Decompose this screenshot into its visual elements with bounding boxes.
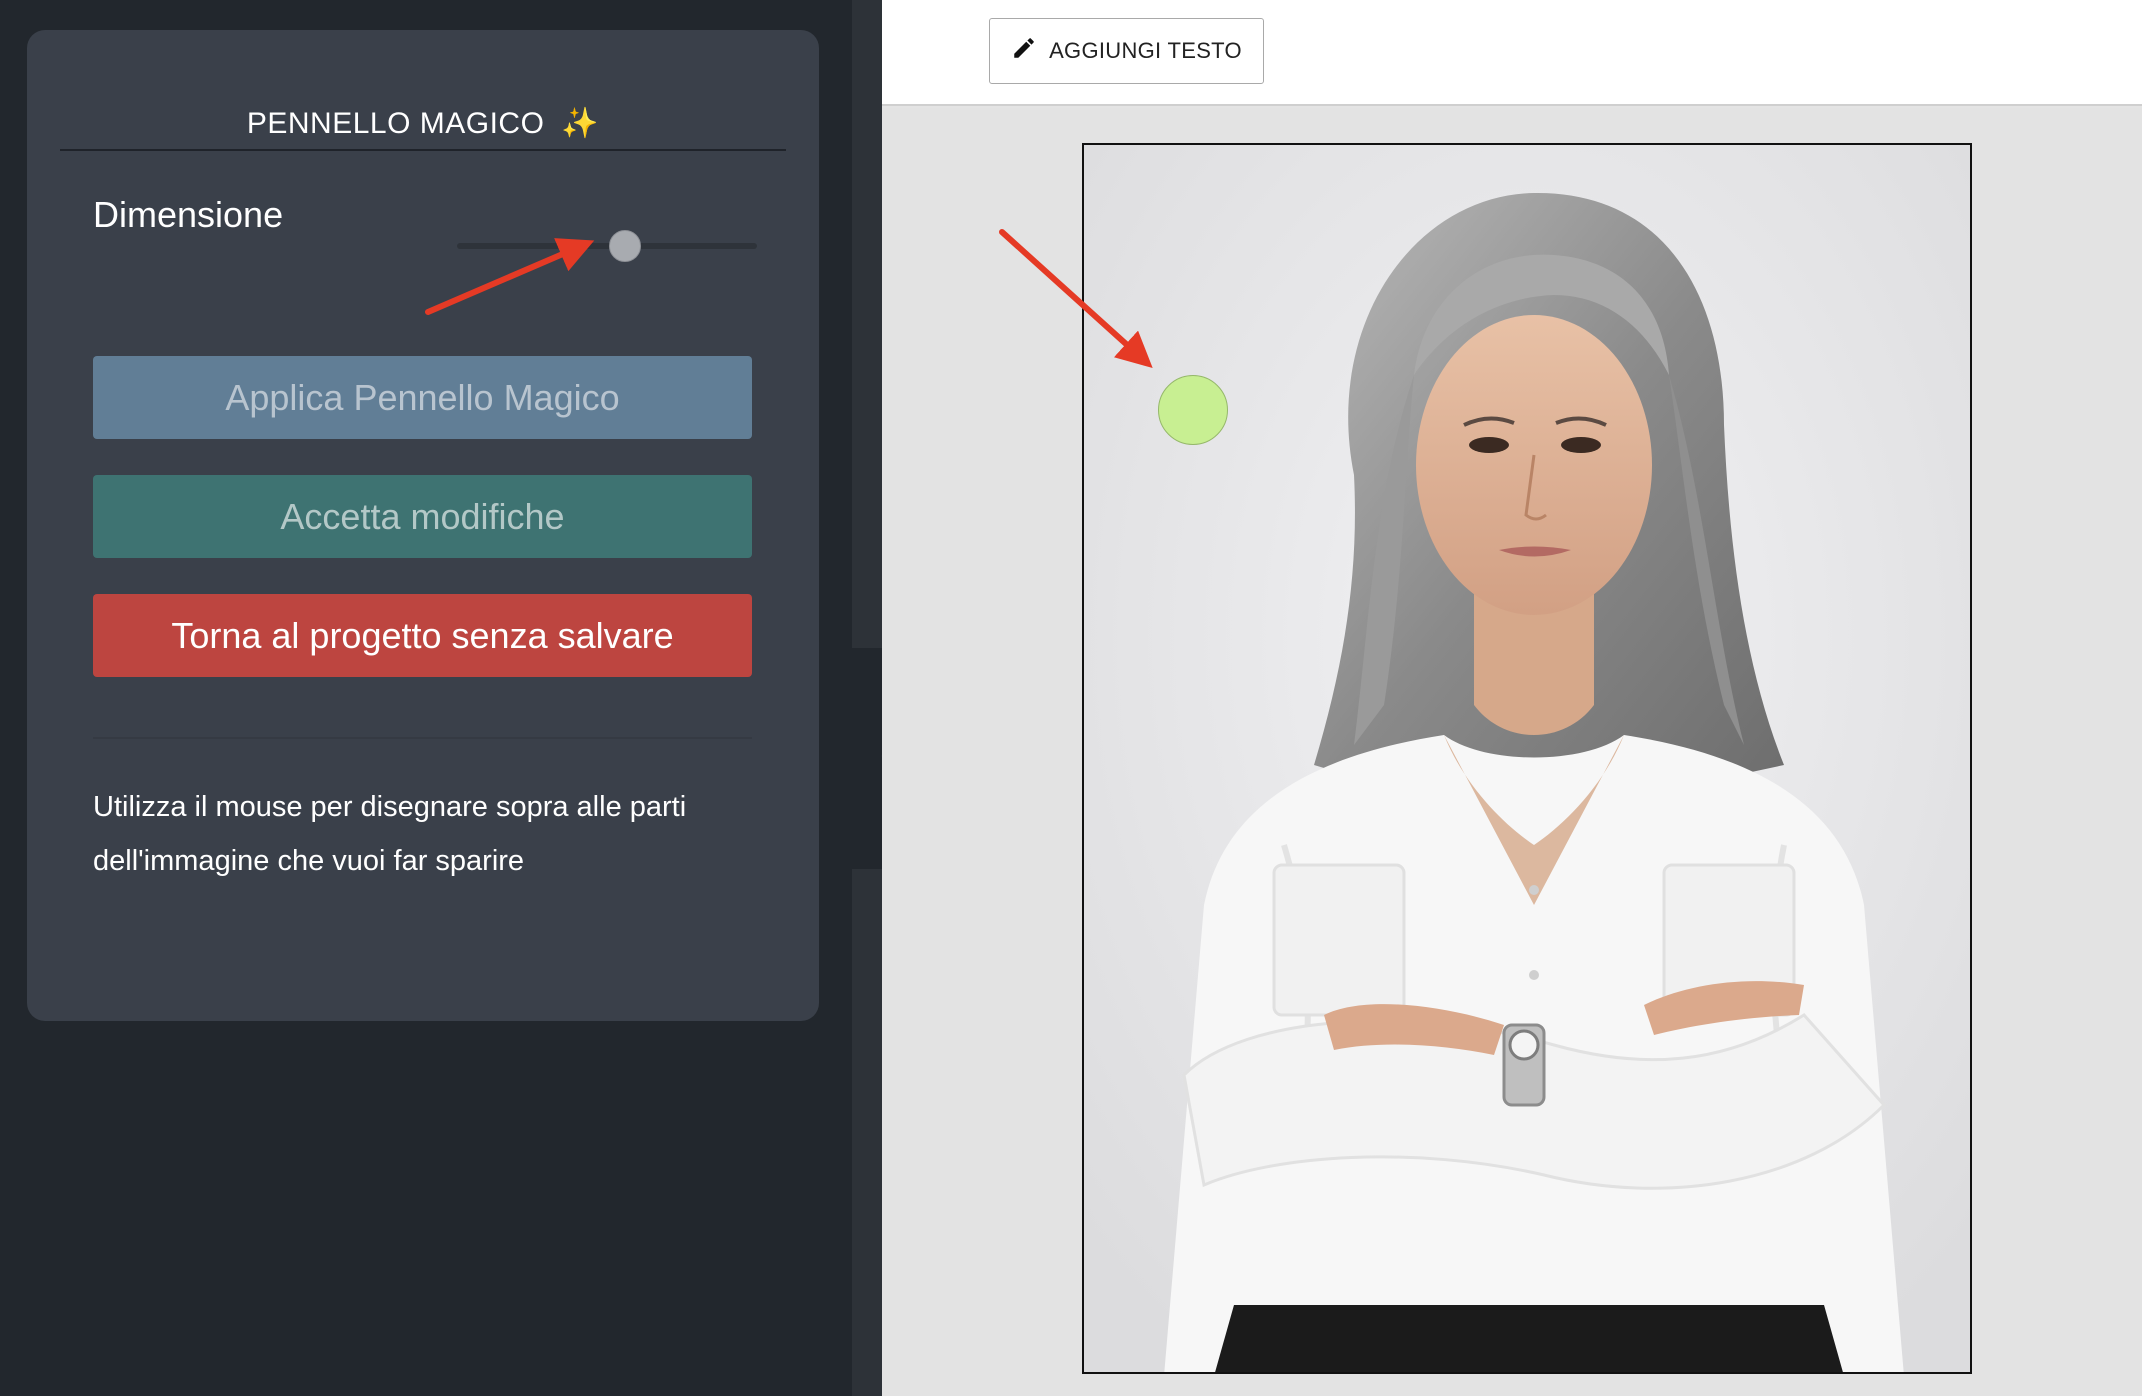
panel-divider-secondary	[93, 737, 752, 739]
apply-magic-brush-button[interactable]: Applica Pennello Magico	[93, 356, 752, 439]
panel-title-text: PENNELLO MAGICO	[246, 107, 545, 140]
pencil-icon	[1011, 35, 1037, 67]
add-text-label: AGGIUNGI TESTO	[1049, 38, 1242, 63]
accept-changes-button[interactable]: Accetta modifiche	[93, 475, 752, 558]
brush-size-slider[interactable]	[457, 230, 757, 262]
top-toolbar: AGGIUNGI TESTO	[882, 0, 2142, 106]
brush-cursor	[1158, 375, 1228, 445]
back-without-saving-button[interactable]: Torna al progetto senza salvare	[93, 594, 752, 677]
panel-divider	[60, 149, 786, 151]
panel-title: PENNELLO MAGICO ✨	[27, 106, 819, 141]
app: PENNELLO MAGICO ✨ Dimensione Applica Pen…	[0, 0, 2142, 1396]
slider-track[interactable]	[457, 243, 757, 249]
slider-thumb[interactable]	[609, 230, 641, 262]
magic-brush-panel: PENNELLO MAGICO ✨ Dimensione Applica Pen…	[27, 30, 819, 1021]
photo-canvas[interactable]	[1082, 143, 1972, 1374]
portrait-photo	[1084, 145, 1970, 1372]
sparkles-icon: ✨	[561, 107, 600, 140]
add-text-button[interactable]: AGGIUNGI TESTO	[989, 18, 1264, 84]
help-text: Utilizza il mouse per disegnare sopra al…	[93, 791, 687, 877]
size-label: Dimensione	[93, 194, 284, 235]
